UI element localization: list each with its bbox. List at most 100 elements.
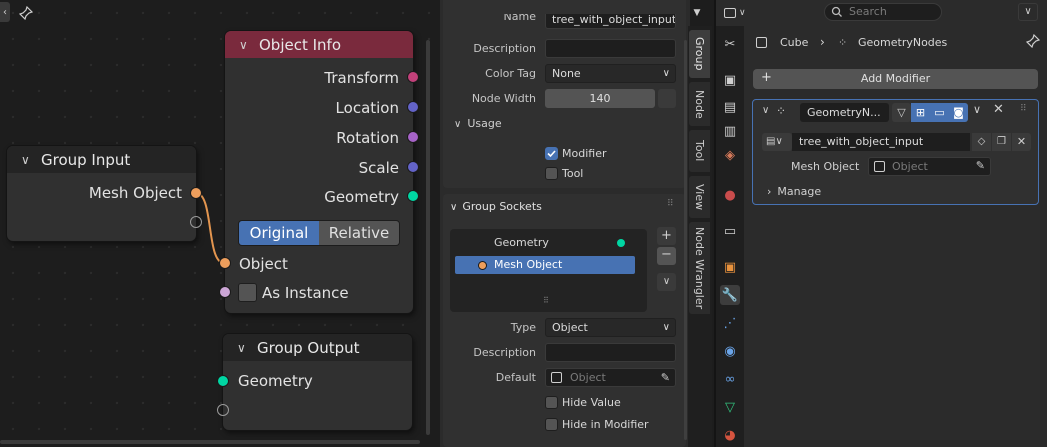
- original-option[interactable]: Original: [239, 221, 319, 245]
- color-tag-dropdown[interactable]: None ∨: [545, 64, 676, 83]
- modifier-checkbox[interactable]: [545, 147, 558, 160]
- constraints-icon[interactable]: ∞: [720, 369, 740, 389]
- modifier-menu-icon[interactable]: ∨: [973, 103, 981, 116]
- fake-user-icon[interactable]: ◇: [972, 133, 991, 151]
- default-object-field[interactable]: Object ✎: [545, 368, 676, 387]
- as-instance-socket[interactable]: [219, 286, 231, 298]
- geometry-socket[interactable]: [407, 190, 419, 202]
- chevron-down-icon[interactable]: ∨: [239, 38, 255, 52]
- view-layer-icon[interactable]: ▥: [720, 121, 740, 141]
- cube-icon: [756, 37, 767, 48]
- chevron-right-icon: ›: [767, 185, 772, 198]
- tab-group[interactable]: Group: [689, 30, 710, 78]
- tab-view[interactable]: View: [689, 176, 710, 218]
- render-camera-icon[interactable]: ◙: [949, 103, 968, 122]
- tab-node[interactable]: Node: [689, 82, 710, 126]
- object-info-header[interactable]: ∨ Object Info: [225, 31, 413, 58]
- options-dropdown[interactable]: ∨: [1018, 3, 1038, 21]
- object-info-node[interactable]: ∨ Object Info Transform Location Rotatio…: [219, 31, 419, 313]
- location-socket[interactable]: [407, 101, 419, 113]
- group-output-node[interactable]: ∨ Group Output Geometry: [217, 334, 412, 430]
- world-icon[interactable]: ●: [720, 185, 740, 205]
- name-field[interactable]: tree_with_object_input: [545, 14, 676, 29]
- reset-width-icon[interactable]: [658, 89, 676, 108]
- geometry-input-socket[interactable]: [217, 375, 229, 387]
- group-output-header[interactable]: ∨ Group Output: [223, 334, 412, 361]
- remove-socket-button[interactable]: −: [657, 247, 676, 265]
- editor-type-button[interactable]: ∨: [724, 3, 754, 23]
- sidebar-scrollbar[interactable]: [684, 40, 687, 440]
- tool-settings-icon[interactable]: ✂: [720, 34, 740, 54]
- scene-icon[interactable]: ◈: [720, 145, 740, 165]
- add-socket-button[interactable]: +: [657, 227, 676, 245]
- modifier-name-field[interactable]: GeometryN...: [800, 103, 889, 122]
- data-icon[interactable]: ▽: [720, 397, 740, 417]
- chevron-down-icon[interactable]: ∨: [21, 153, 37, 167]
- edit-mode-icon[interactable]: ▽: [892, 103, 911, 122]
- empty-socket[interactable]: [190, 216, 202, 228]
- scale-socket[interactable]: [407, 161, 419, 173]
- socket-description-field[interactable]: [545, 343, 676, 362]
- tab-node-wrangler[interactable]: Node Wrangler: [689, 222, 710, 314]
- eyedropper-icon[interactable]: ✎: [661, 369, 670, 386]
- chevron-down-icon[interactable]: ∨: [237, 341, 253, 355]
- particles-icon[interactable]: ⋰: [720, 313, 740, 333]
- mesh-object-socket[interactable]: [190, 187, 202, 199]
- add-modifier-button[interactable]: + Add Modifier: [753, 69, 1038, 89]
- type-dropdown[interactable]: Object ∨: [545, 318, 676, 337]
- description-field[interactable]: [545, 39, 676, 58]
- resize-grip-icon[interactable]: ⠿: [543, 296, 549, 305]
- search-input[interactable]: Search: [824, 3, 942, 21]
- transform-socket[interactable]: [407, 71, 419, 83]
- unlink-icon[interactable]: ✕: [1012, 133, 1031, 151]
- object-icon[interactable]: ▣: [720, 257, 740, 277]
- object-input-socket[interactable]: [219, 257, 231, 269]
- realtime-icon[interactable]: ▭: [930, 103, 949, 122]
- mesh-object-label: Mesh Object: [791, 160, 860, 173]
- render-icon[interactable]: ▣: [720, 70, 740, 90]
- usage-subpanel-header[interactable]: ∨ Usage: [454, 117, 502, 130]
- socket-menu-button[interactable]: ∨: [657, 273, 676, 291]
- transform-space-toggle[interactable]: Original Relative: [238, 220, 400, 246]
- scrollbar-horizontal[interactable]: [0, 440, 420, 444]
- overlays-dropdown-icon[interactable]: ▼: [690, 3, 704, 23]
- group-sockets-header[interactable]: ∨ Group Sockets: [450, 200, 542, 213]
- name-row: Name tree_with_object_input: [440, 14, 690, 32]
- node-group-browse[interactable]: ▤∨: [762, 133, 792, 151]
- node-width-row: Node Width 140: [440, 88, 690, 110]
- collection-icon[interactable]: ▭: [720, 221, 740, 241]
- output-icon[interactable]: ▤: [720, 97, 740, 117]
- material-icon[interactable]: ◕: [720, 425, 740, 445]
- drag-handle-icon[interactable]: ⠿: [1020, 104, 1027, 114]
- socket-item-mesh-object[interactable]: Mesh Object: [455, 256, 635, 274]
- group-input-header[interactable]: ∨ Group Input: [7, 146, 196, 173]
- socket-item-geometry[interactable]: Geometry: [455, 235, 635, 251]
- duplicate-icon[interactable]: ❐: [992, 133, 1011, 151]
- node-editor[interactable]: ‹ ∨ Object Info Transform Location Rotat…: [0, 0, 440, 447]
- sidebar-panel: Name tree_with_object_input Description …: [440, 0, 690, 447]
- drag-handle-icon[interactable]: ⠿: [667, 199, 674, 209]
- mesh-object-field[interactable]: Object ✎: [868, 157, 991, 176]
- hide-in-modifier-checkbox[interactable]: [545, 418, 558, 431]
- empty-input-socket[interactable]: [217, 404, 229, 416]
- node-group-field[interactable]: tree_with_object_input: [792, 133, 970, 151]
- node-width-field[interactable]: 140: [545, 89, 655, 108]
- physics-icon[interactable]: ◉: [720, 341, 740, 361]
- pin-icon[interactable]: [1025, 33, 1041, 51]
- as-instance-checkbox[interactable]: [238, 283, 257, 302]
- chevron-down-icon: ∨: [662, 68, 670, 79]
- scrollbar-vertical[interactable]: [426, 40, 430, 435]
- eyedropper-icon[interactable]: ✎: [976, 159, 985, 172]
- hide-value-checkbox[interactable]: [545, 396, 558, 409]
- group-input-node[interactable]: ∨ Group Input Mesh Object: [7, 146, 202, 241]
- relative-option[interactable]: Relative: [319, 221, 399, 245]
- tool-checkbox[interactable]: [545, 167, 558, 180]
- modifier-wrench-icon[interactable]: 🔧: [720, 285, 740, 305]
- rotation-socket[interactable]: [407, 131, 419, 143]
- close-icon[interactable]: ✕: [993, 102, 1004, 117]
- manage-subpanel-header[interactable]: › Manage: [767, 185, 821, 198]
- chevron-down-icon[interactable]: ∨: [762, 105, 769, 116]
- tab-tool[interactable]: Tool: [689, 130, 710, 172]
- sockets-list[interactable]: Geometry Mesh Object ⠿: [450, 229, 647, 312]
- on-cage-icon[interactable]: ⊞: [911, 103, 930, 122]
